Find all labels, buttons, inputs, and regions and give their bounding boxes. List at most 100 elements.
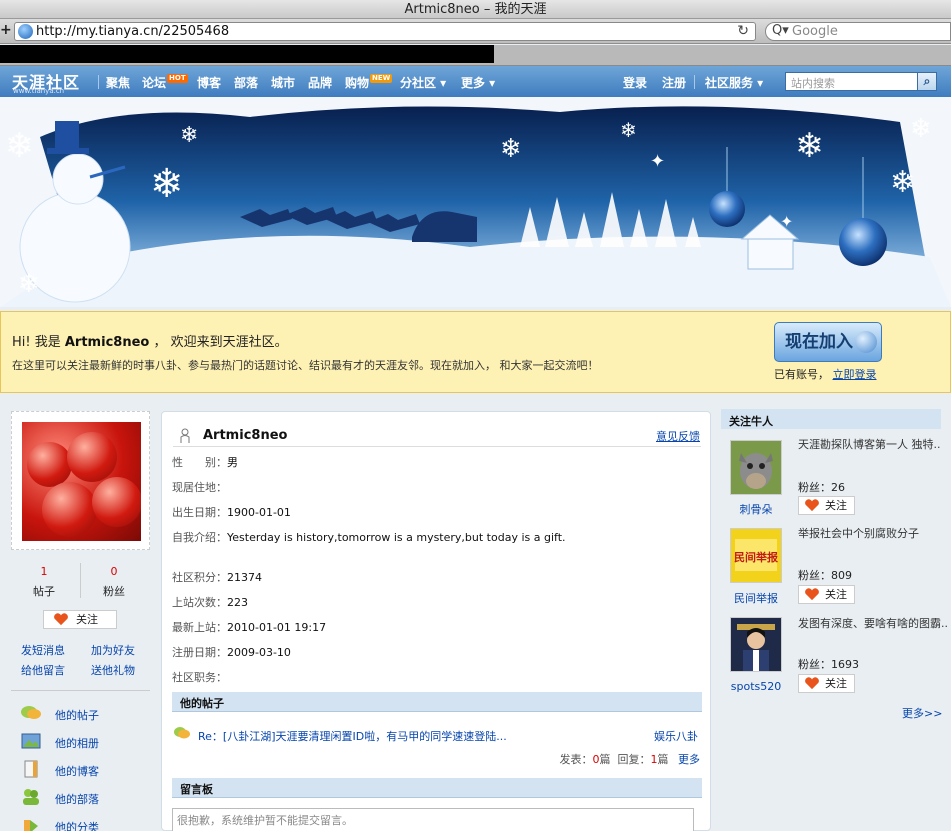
star-follow-button[interactable]: 关注 xyxy=(798,585,855,604)
posts-label: 帖子 xyxy=(33,585,55,598)
search-engine-icon[interactable]: Q▾ xyxy=(772,23,789,38)
published-count: 0 xyxy=(592,753,600,766)
menu-his-tribe-label: 他的部落 xyxy=(55,793,99,806)
person-photo-image xyxy=(731,618,781,671)
site-search-button[interactable]: ⌕ xyxy=(917,72,937,91)
post-category-link[interactable]: 娱乐八卦 xyxy=(654,728,698,744)
nav-item-city[interactable]: 城市 xyxy=(271,74,295,91)
redacted-bar xyxy=(0,45,494,63)
field-register-date: 注册日期：2009-03-10 xyxy=(172,644,291,660)
field-visits: 上站次数：223 xyxy=(172,594,248,610)
star-follow-button[interactable]: 关注 xyxy=(798,674,855,693)
welcome-username: Artmic8neo xyxy=(64,335,150,350)
user-icon xyxy=(180,428,190,443)
svg-text:❄: ❄ xyxy=(910,114,932,144)
star-fans-label: 粉丝： xyxy=(798,658,831,671)
add-bookmark-icon[interactable]: + xyxy=(0,22,12,38)
send-message-link[interactable]: 发短消息 xyxy=(21,642,65,658)
avatar-cherry xyxy=(67,432,117,482)
nav-item-blog[interactable]: 博客 xyxy=(197,74,221,91)
add-friend-link[interactable]: 加为好友 xyxy=(91,642,135,658)
welcome-greeting: Hi! 我是 Artmic8neo ， 欢迎来到天涯社区。 xyxy=(12,331,288,350)
published-label: 发表： xyxy=(559,753,593,766)
svg-text:❄: ❄ xyxy=(150,161,184,207)
svg-text:✦: ✦ xyxy=(650,151,665,172)
browser-search-input[interactable]: Q▾ Google xyxy=(765,22,951,41)
nav-item-more[interactable]: 更多 ▾ xyxy=(461,74,495,91)
reload-icon[interactable]: ↻ xyxy=(737,23,749,39)
heart-icon xyxy=(805,499,819,512)
send-gift-link[interactable]: 送他礼物 xyxy=(91,662,135,678)
login-prompt: 已有账号， 立即登录 xyxy=(774,366,877,382)
field-bio-label: 自我介绍： xyxy=(172,531,227,544)
field-visits-value: 223 xyxy=(227,596,248,609)
join-now-button[interactable]: 现在加入 xyxy=(774,322,882,362)
avatar-frame xyxy=(11,411,150,550)
nav-item-forum[interactable]: 论坛 HOT xyxy=(142,74,188,91)
star-name-link[interactable]: 民间举报 xyxy=(721,590,791,606)
follow-label: 关注 xyxy=(76,613,98,626)
star-description: 举报社会中个别腐败分子 xyxy=(798,527,919,540)
site-search-input[interactable]: 站内搜索 xyxy=(785,72,918,91)
post-title-link[interactable]: Re：[八卦江湖]天涯要清理闲置ID啦，有马甲的同学速速登陆... xyxy=(198,728,507,744)
star-follow-label: 关注 xyxy=(825,588,847,601)
menu-his-albums-label: 他的相册 xyxy=(55,737,99,750)
address-bar[interactable]: http://my.tianya.cn/22505468 ↻ xyxy=(14,22,756,41)
register-link[interactable]: 注册 xyxy=(662,74,686,91)
nav-item-tribe[interactable]: 部落 xyxy=(234,74,258,91)
more-stars-link[interactable]: 更多>> xyxy=(902,705,942,721)
field-gender-label: 性 别： xyxy=(172,456,227,469)
menu-his-categories-label: 他的分类 xyxy=(55,821,99,831)
feedback-link[interactable]: 意见反馈 xyxy=(656,428,700,444)
nav-item-shopping[interactable]: 购物 NEW xyxy=(345,74,393,91)
message-board-input[interactable]: 很抱歉，系统维护暂不能提交留言。 xyxy=(172,808,694,831)
star-avatar[interactable] xyxy=(730,617,782,672)
avatar-cherry xyxy=(92,477,141,527)
menu-his-blog-label: 他的博客 xyxy=(55,765,99,778)
message-board-header: 留言板 xyxy=(172,778,702,798)
star-avatar[interactable] xyxy=(730,440,782,495)
profile-sidebar: 1 帖子 0 粉丝 关注 发短消息 加为好友 给他留言 送他礼物 他的帖子 他的… xyxy=(0,400,160,831)
login-now-link[interactable]: 立即登录 xyxy=(833,368,877,381)
browser-toolbar: + http://my.tianya.cn/22505468 ↻ Q▾ Goog… xyxy=(0,19,951,44)
category-icon xyxy=(24,820,38,831)
field-residence-label: 现居住地： xyxy=(172,481,227,494)
star-avatar[interactable]: 民间举报 xyxy=(730,528,782,583)
star-name-link[interactable]: 刺骨朵 xyxy=(721,501,791,517)
more-posts-link[interactable]: 更多 xyxy=(678,753,700,766)
login-link[interactable]: 登录 xyxy=(623,74,647,91)
svg-text:❄: ❄ xyxy=(5,126,34,166)
field-community-role-label: 社区职务： xyxy=(172,671,227,684)
field-register-date-label: 注册日期： xyxy=(172,646,227,659)
nav-divider xyxy=(98,75,99,89)
new-badge: NEW xyxy=(370,74,393,83)
community-services-menu[interactable]: 社区服务 ▾ xyxy=(705,74,763,91)
hot-badge: HOT xyxy=(167,74,188,83)
notebook-icon xyxy=(24,760,38,778)
follow-button[interactable]: 关注 xyxy=(43,610,117,629)
field-last-visit-label: 最新上站： xyxy=(172,621,227,634)
leave-message-link[interactable]: 给他留言 xyxy=(21,662,65,678)
follow-stars-header: 关注牛人 xyxy=(721,409,941,429)
avatar[interactable] xyxy=(22,422,141,541)
field-birthdate-label: 出生日期： xyxy=(172,506,227,519)
heart-icon xyxy=(54,613,68,626)
svg-text:❄: ❄ xyxy=(890,165,915,200)
nav-item-focus[interactable]: 聚焦 xyxy=(106,74,130,91)
svg-text:❄: ❄ xyxy=(795,126,824,166)
chat-bubble-icon xyxy=(174,727,190,739)
fans-count[interactable]: 0 xyxy=(84,565,144,578)
star-fans: 粉丝：809 xyxy=(798,567,852,583)
nav-item-subcommunity[interactable]: 分社区 ▾ xyxy=(400,74,446,91)
field-points-label: 社区积分： xyxy=(172,571,227,584)
photo-album-icon xyxy=(21,733,41,749)
field-community-role: 社区职务： xyxy=(172,669,227,685)
svg-text:❄: ❄ xyxy=(18,269,40,299)
menu-his-posts-label: 他的帖子 xyxy=(55,709,99,722)
star-name-link[interactable]: spots520 xyxy=(721,680,791,693)
posts-count[interactable]: 1 xyxy=(14,565,74,578)
star-follow-button[interactable]: 关注 xyxy=(798,496,855,515)
field-birthdate-value: 1900-01-01 xyxy=(227,506,291,519)
his-posts-header: 他的帖子 xyxy=(172,692,702,712)
nav-item-brand[interactable]: 品牌 xyxy=(308,74,332,91)
